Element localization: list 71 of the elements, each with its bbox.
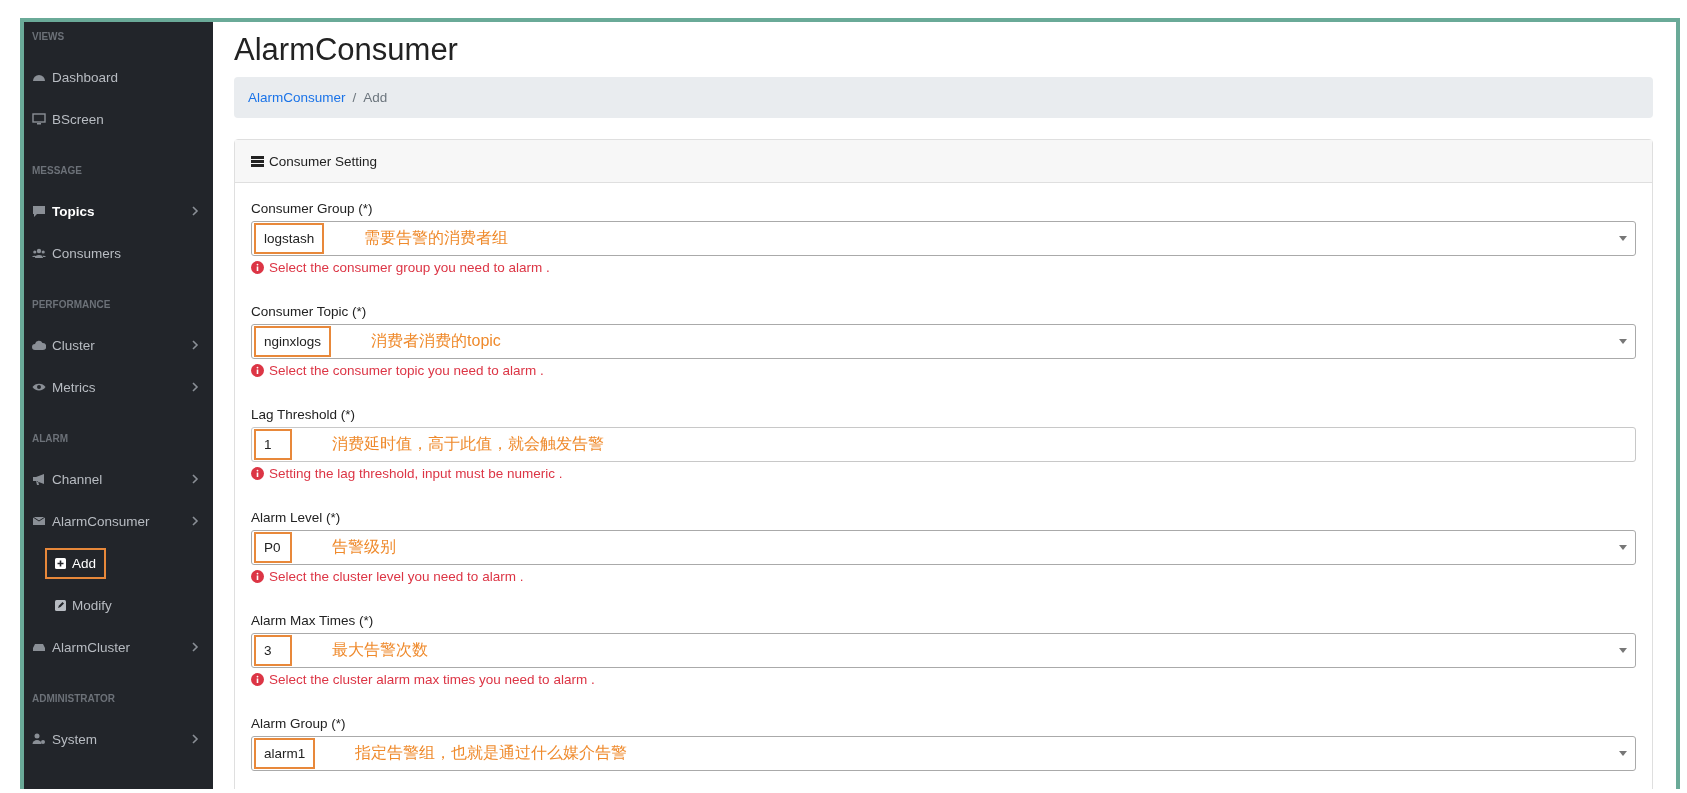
caret-icon xyxy=(1619,545,1627,550)
page-title: AlarmConsumer xyxy=(234,32,459,68)
caret-icon xyxy=(1619,339,1627,344)
annotation-note: 最大告警次数 xyxy=(332,640,428,660)
megaphone-icon xyxy=(32,472,46,486)
edit-square-icon xyxy=(55,599,66,611)
breadcrumb-link[interactable]: AlarmConsumer xyxy=(248,90,346,105)
info-icon xyxy=(251,364,264,377)
monitor-icon xyxy=(32,112,46,126)
caret-icon xyxy=(1619,648,1627,653)
field-value: alarm1 xyxy=(254,738,316,769)
card-title: Consumer Setting xyxy=(269,153,378,169)
field-label: Consumer Group (*) xyxy=(251,200,374,218)
input-field[interactable]: 1 消费延时值，高于此值，就会触发告警 xyxy=(251,427,1636,462)
field-label: Lag Threshold (*) xyxy=(251,406,357,424)
envelope-icon xyxy=(32,514,46,528)
sidebar-item[interactable]: Dashboard xyxy=(24,56,213,98)
field-value: 1 xyxy=(254,429,292,460)
annotation-note: 消费延时值，高于此值，就会触发告警 xyxy=(332,434,604,454)
server-icon xyxy=(251,155,264,167)
breadcrumb-separator: / xyxy=(352,90,357,105)
select-field[interactable]: P0 告警级别 xyxy=(251,530,1636,565)
section-heading: ALARM xyxy=(31,432,70,446)
users-icon xyxy=(32,246,46,260)
sidebar-item[interactable]: AlarmCluster xyxy=(24,626,213,668)
select-field[interactable]: alarm1 指定告警组，也就是通过什么媒介告警 xyxy=(251,736,1636,771)
help-text: Select the consumer group you need to alarm . xyxy=(269,260,550,275)
cloud-icon xyxy=(32,338,46,352)
usergear-icon xyxy=(32,732,46,746)
caret-icon xyxy=(1619,751,1627,756)
sidebar-item[interactable]: System xyxy=(24,718,213,760)
chat-icon xyxy=(32,204,46,218)
sidebar-subitem[interactable]: Modify xyxy=(45,589,122,621)
section-heading: PERFORMANCE xyxy=(31,298,112,312)
annotation-note: 告警级别 xyxy=(332,537,396,557)
section-heading: VIEWS xyxy=(31,30,66,44)
sidebar-item[interactable]: BScreen xyxy=(24,98,213,140)
breadcrumb-current: Add xyxy=(363,90,388,105)
help-text: Setting the lag threshold, input must be numeric . xyxy=(269,466,563,481)
select-field[interactable]: logstash 需要告警的消费者组 xyxy=(251,221,1636,256)
field-value: P0 xyxy=(254,532,292,563)
sidebar-subitem[interactable]: Add xyxy=(45,547,107,579)
field-label: Alarm Group (*) xyxy=(251,715,347,733)
sidebar-item[interactable]: Channel xyxy=(24,458,213,500)
field-label: Alarm Level (*) xyxy=(251,509,342,527)
field-label: Consumer Topic (*) xyxy=(251,303,368,321)
sidebar-item[interactable]: Consumers xyxy=(24,232,213,274)
field-value: logstash xyxy=(254,223,325,254)
annotation-note: 需要告警的消费者组 xyxy=(364,228,509,248)
info-icon xyxy=(251,570,264,583)
info-icon xyxy=(251,467,264,480)
field-label: Alarm Max Times (*) xyxy=(251,612,375,630)
sidebar-item[interactable]: AlarmConsumer xyxy=(24,500,213,542)
field-value: nginxlogs xyxy=(254,326,332,357)
sidebar-item[interactable]: Topics xyxy=(24,190,213,232)
info-icon xyxy=(251,261,264,274)
help-text: Select the cluster alarm max times you need to alarm . xyxy=(269,672,595,687)
help-text: Select the consumer topic you need to alarm . xyxy=(269,363,544,378)
help-text: Select the cluster level you need to alarm . xyxy=(269,569,524,584)
caret-icon xyxy=(1619,236,1627,241)
info-icon xyxy=(251,673,264,686)
annotation-note: 消费者消费的topic xyxy=(371,331,501,351)
select-field[interactable]: 3 最大告警次数 xyxy=(251,633,1636,668)
section-heading: MESSAGE xyxy=(31,164,83,178)
section-heading: ADMINISTRATOR xyxy=(31,692,116,706)
plus-square-icon xyxy=(55,557,66,569)
sidebar-item[interactable]: Metrics xyxy=(24,366,213,408)
annotation-note: 指定告警组，也就是通过什么媒介告警 xyxy=(355,743,628,763)
sidebar-item[interactable]: Cluster xyxy=(24,324,213,366)
select-field[interactable]: nginxlogs 消费者消费的topic xyxy=(251,324,1636,359)
field-value: 3 xyxy=(254,635,292,666)
